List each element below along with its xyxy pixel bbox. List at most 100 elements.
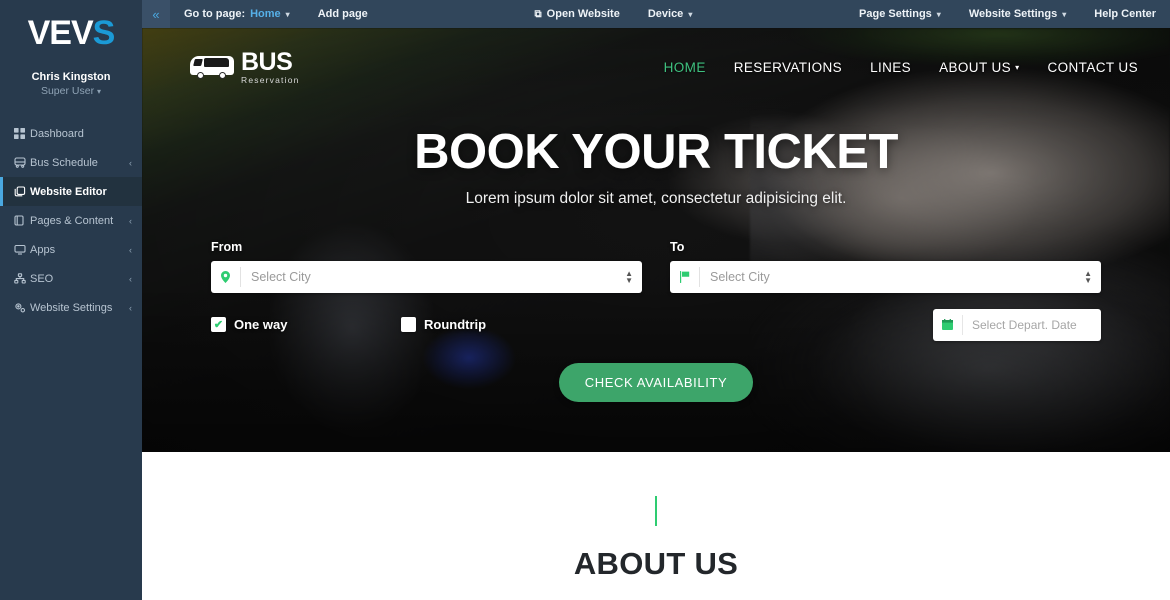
- sidebar-item-dashboard[interactable]: Dashboard: [0, 119, 142, 148]
- site-nav-label: LINES: [870, 59, 912, 75]
- chevron-left-icon: ‹: [129, 157, 132, 168]
- external-link-icon: ⧉: [534, 8, 542, 20]
- page-settings-label: Page Settings: [859, 8, 932, 20]
- site-nav-label: CONTACT US: [1047, 59, 1138, 75]
- sidebar-item-label: Website Settings: [30, 301, 113, 314]
- one-way-label: One way: [234, 317, 288, 333]
- website-settings-dropdown[interactable]: Website Settings ▾: [955, 0, 1080, 28]
- roundtrip-checkbox[interactable]: Roundtrip: [401, 317, 486, 333]
- check-availability-button[interactable]: CHECK AVAILABILITY: [558, 362, 754, 402]
- site-nav-label: ABOUT US: [939, 59, 1012, 75]
- layers-icon: [14, 186, 30, 197]
- from-label: From: [211, 239, 243, 254]
- sidebar-item-pages-content[interactable]: Pages & Content ‹: [0, 206, 142, 235]
- user-role[interactable]: Super User ▾: [0, 84, 142, 99]
- chevron-down-icon: ▾: [688, 9, 693, 19]
- site-logo-subtitle: Reservation: [241, 74, 300, 85]
- sidebar-item-bus-schedule[interactable]: Bus Schedule ‹: [0, 148, 142, 177]
- hero-copy: BOOK YOUR TICKET Lorem ipsum dolor sit a…: [142, 125, 1170, 208]
- sidebar-item-website-editor[interactable]: Website Editor: [0, 177, 142, 206]
- goto-page-label: Go to page:: [184, 8, 246, 20]
- app-root: VEVS Chris Kingston Super User ▾ Dashboa…: [0, 0, 1170, 600]
- collapse-sidebar-button[interactable]: «: [142, 0, 170, 28]
- flag-icon: [670, 266, 700, 287]
- sidebar: VEVS Chris Kingston Super User ▾ Dashboa…: [0, 0, 142, 600]
- about-title: ABOUT US: [573, 546, 739, 581]
- site-logo-text: BUS Reservation: [241, 47, 300, 85]
- hero-title: BOOK YOUR TICKET: [414, 125, 898, 179]
- help-center-button[interactable]: Help Center: [1080, 0, 1170, 28]
- sidebar-item-label: SEO: [30, 272, 54, 285]
- hero-section: BUS Reservation HOME RESERVATIONS LINES …: [142, 28, 1170, 452]
- document-icon: [14, 215, 30, 226]
- open-website-button[interactable]: ⧉ Open Website: [521, 0, 634, 28]
- cta-wrapper: CHECK AVAILABILITY: [211, 362, 1101, 402]
- to-city-value: Select City: [710, 269, 770, 284]
- add-page-button[interactable]: Add page: [304, 0, 382, 28]
- site-nav-item-lines[interactable]: LINES: [870, 60, 911, 75]
- booking-fields-row: From Select City ▲ ▼ To Select City ▲ ▼: [211, 240, 1101, 293]
- chevron-left-icon: ‹: [129, 302, 132, 313]
- hero-subtitle: Lorem ipsum dolor sit amet, consectetur …: [465, 189, 847, 207]
- sidebar-item-label: Pages & Content: [30, 214, 114, 227]
- sidebar-item-label: Dashboard: [30, 127, 84, 140]
- site-nav-item-home[interactable]: HOME: [664, 60, 706, 75]
- sidebar-item-seo[interactable]: SEO ‹: [0, 264, 142, 293]
- user-block[interactable]: Chris Kingston Super User ▾: [0, 70, 142, 113]
- brand[interactable]: VEVS: [0, 0, 142, 60]
- chevron-down-icon: ▾: [1015, 62, 1020, 72]
- monitor-icon: [14, 244, 30, 255]
- goto-page-value: Home: [250, 8, 281, 20]
- logo-text-white: VEV: [27, 14, 94, 52]
- goto-page-dropdown[interactable]: Go to page: Home ▾: [170, 0, 304, 28]
- site-preview: BUS Reservation HOME RESERVATIONS LINES …: [142, 28, 1170, 600]
- add-page-label: Add page: [317, 8, 368, 20]
- chevron-left-icon: ‹: [129, 273, 132, 284]
- booking-options-row: ✔ One way Roundtrip Select Depart. Date: [211, 308, 1101, 341]
- from-field-group: From Select City ▲ ▼: [211, 240, 642, 293]
- map-pin-icon: [211, 266, 241, 287]
- checkbox-unchecked-icon: [401, 317, 416, 333]
- from-city-select[interactable]: Select City ▲ ▼: [211, 260, 642, 293]
- stepper-arrows-icon[interactable]: ▲ ▼: [625, 269, 642, 284]
- sidebar-nav: Dashboard Bus Schedule ‹ Website Editor: [0, 119, 142, 322]
- open-website-label: Open Website: [546, 8, 620, 20]
- depart-date-input[interactable]: Select Depart. Date: [933, 308, 1101, 341]
- bus-icon: [14, 157, 30, 168]
- depart-date-placeholder: Select Depart. Date: [972, 317, 1077, 332]
- sidebar-item-label: Apps: [30, 243, 56, 256]
- to-label: To: [670, 239, 685, 254]
- device-dropdown[interactable]: Device ▾: [634, 0, 707, 28]
- vevs-logo: VEVS: [27, 14, 116, 52]
- gears-icon: [14, 302, 30, 313]
- site-nav-item-contact-us[interactable]: CONTACT US: [1047, 60, 1138, 75]
- user-name: Chris Kingston: [31, 71, 111, 83]
- to-field-group: To Select City ▲ ▼: [670, 240, 1101, 293]
- site-nav-item-about-us[interactable]: ABOUT US ▾: [939, 60, 1019, 75]
- double-chevron-left-icon: «: [152, 6, 160, 22]
- device-label: Device: [647, 8, 684, 20]
- sidebar-item-label: Bus Schedule: [30, 156, 98, 169]
- logo-text-blue: S: [92, 14, 116, 52]
- site-nav-label: RESERVATIONS: [733, 59, 843, 75]
- website-settings-label: Website Settings: [968, 8, 1058, 20]
- site-logo[interactable]: BUS Reservation: [190, 47, 300, 85]
- chevron-left-icon: ‹: [129, 244, 132, 255]
- page-settings-dropdown[interactable]: Page Settings ▾: [845, 0, 955, 28]
- site-nav-item-reservations[interactable]: RESERVATIONS: [734, 60, 842, 75]
- one-way-checkbox[interactable]: ✔ One way: [211, 317, 401, 333]
- grid-icon: [14, 128, 30, 139]
- section-divider: [655, 496, 657, 526]
- chevron-down-icon: ▾: [285, 9, 290, 19]
- stepper-arrows-icon[interactable]: ▲ ▼: [1084, 269, 1101, 284]
- editor-toolbar: « Go to page: Home ▾ Add page ⧉ Open Web…: [142, 0, 1170, 28]
- sidebar-item-label: Website Editor: [30, 185, 107, 198]
- to-city-select[interactable]: Select City ▲ ▼: [670, 260, 1101, 293]
- site-logo-title: BUS: [241, 47, 293, 76]
- site-nav: HOME RESERVATIONS LINES ABOUT US ▾ CONTAC…: [664, 60, 1138, 75]
- sidebar-item-website-settings[interactable]: Website Settings ‹: [0, 293, 142, 322]
- sidebar-item-apps[interactable]: Apps ‹: [0, 235, 142, 264]
- chevron-down-icon: ▾: [1062, 9, 1067, 19]
- site-nav-label: HOME: [663, 59, 706, 75]
- about-section: ABOUT US Lorem ipsum dolor sit amet, con…: [142, 452, 1170, 600]
